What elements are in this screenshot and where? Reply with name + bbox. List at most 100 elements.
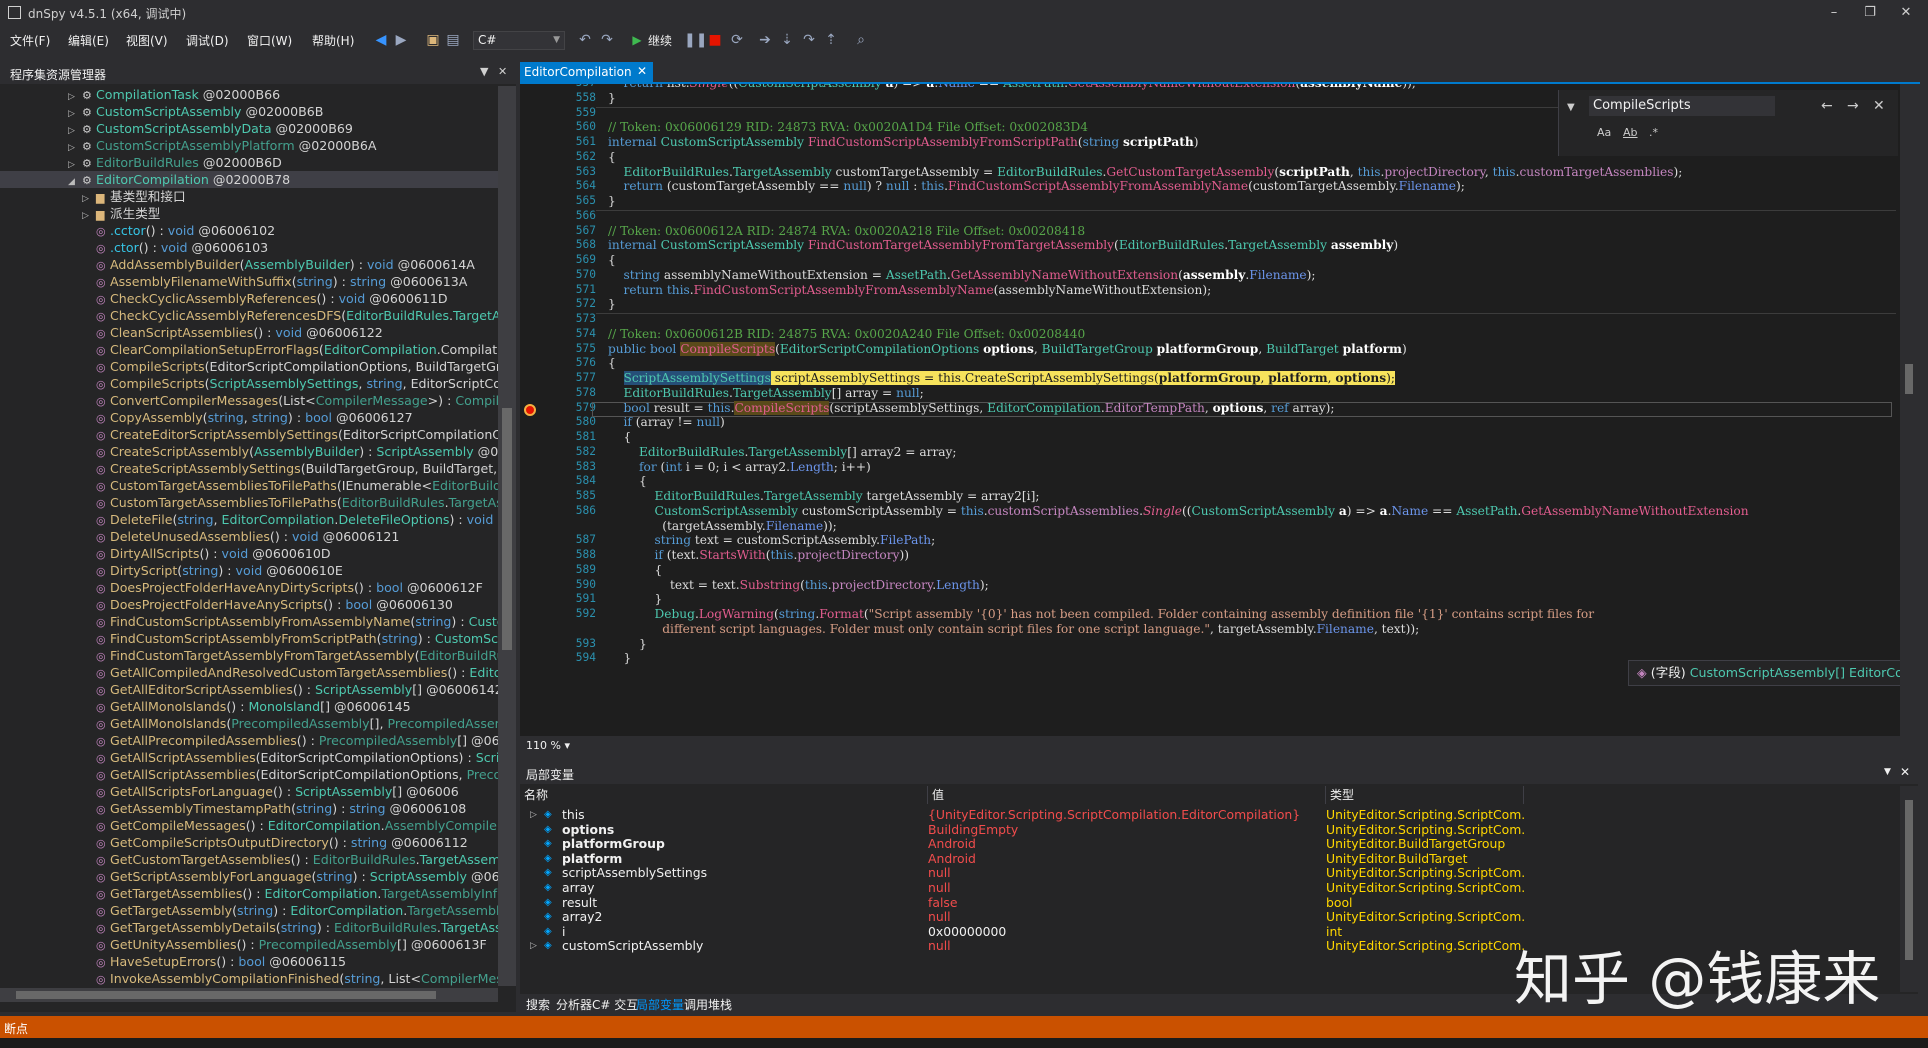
code-line[interactable]: { (608, 150, 616, 164)
code-line[interactable]: } (608, 592, 662, 606)
tree-item[interactable]: ◎ .cctor() : void @06006102 (0, 222, 498, 239)
tree-item[interactable]: ▷ ⚙ CompilationTask @02000B66 (0, 86, 498, 103)
code-line[interactable]: EditorBuildRules.TargetAssembly targetAs… (608, 489, 1040, 503)
tree-item[interactable]: ◎ GetAllScriptsForLanguage() : ScriptAsse… (0, 783, 498, 800)
tree-item[interactable]: ◎ DeleteUnusedAssemblies() : void @060061… (0, 528, 498, 545)
tree-item[interactable]: ◎ AssemblyFilenameWithSuffix(string) : st… (0, 273, 498, 290)
tree-item[interactable]: ◎ .ctor() : void @06006103 (0, 239, 498, 256)
menu-debug[interactable]: 调试(D) (186, 32, 229, 49)
code-line[interactable]: return list.Single((CustomScriptAssembly… (608, 84, 1416, 90)
tree-item[interactable]: ◎ GetCompileMessages() : EditorCompilatio… (0, 817, 498, 834)
open-list-icon[interactable]: ▤ (444, 31, 462, 49)
expand-toggle-icon[interactable]: ▷ (68, 123, 82, 137)
scroll-thumb[interactable] (502, 408, 512, 650)
bottom-tab[interactable]: C# 交互 (592, 996, 638, 1013)
menu-edit[interactable]: 编辑(E) (68, 32, 109, 49)
code-line[interactable]: } (608, 637, 647, 651)
tree-item[interactable]: ◎ GetUnityAssemblies() : PrecompiledAssem… (0, 936, 498, 953)
redo-icon[interactable]: ↷ (598, 31, 616, 49)
code-line[interactable]: Debug.LogWarning(string.Format("Script a… (608, 607, 1595, 621)
tree-item[interactable]: ◎ FindCustomScriptAssemblyFromScriptPath(… (0, 630, 498, 647)
code-line[interactable]: { (608, 430, 631, 444)
code-line[interactable]: { (608, 563, 662, 577)
show-next-statement-icon[interactable]: ➔ (756, 31, 774, 49)
expand-toggle-icon[interactable]: ▷ (82, 208, 96, 222)
code-line[interactable]: text = text.Substring(this.projectDirect… (608, 578, 989, 592)
code-line[interactable]: { (608, 253, 616, 267)
column-type[interactable]: 类型 (1326, 786, 1524, 804)
forward-icon[interactable]: ▶ (392, 31, 410, 49)
code-line[interactable]: // Token: 0x06006129 RID: 24873 RVA: 0x0… (608, 120, 1088, 134)
tree-item[interactable]: ◎ GetTargetAssembly(string) : EditorCompi… (0, 902, 498, 919)
tree-item[interactable]: ▷ ▆ 派生类型 (0, 205, 498, 222)
column-name[interactable]: 名称 (520, 786, 928, 804)
open-folder-icon[interactable]: ▣ (424, 31, 442, 49)
code-line[interactable]: } (608, 651, 631, 665)
back-icon[interactable]: ◀ (372, 31, 390, 49)
undo-icon[interactable]: ↶ (576, 31, 594, 49)
tree-item[interactable]: ◎ GetAllEditorScriptAssemblies() : Script… (0, 681, 498, 698)
menu-help[interactable]: 帮助(H) (312, 32, 354, 49)
expand-toggle-icon[interactable]: ▷ (530, 937, 537, 955)
panel-close-icon[interactable]: ✕ (1900, 765, 1910, 779)
scroll-thumb[interactable] (1905, 800, 1913, 960)
code-line[interactable]: return this.FindCustomScriptAssemblyFrom… (608, 283, 1212, 297)
tree-item[interactable]: ◎ DeleteFile(string, EditorCompilation.De… (0, 511, 498, 528)
expand-toggle-icon[interactable]: ◢ (68, 174, 82, 188)
tree-item[interactable]: ◎ GetAllMonoIslands() : MonoIsland[] @060… (0, 698, 498, 715)
code-line[interactable]: CustomScriptAssembly customScriptAssembl… (608, 504, 1749, 518)
tree-item[interactable]: ▷ ⚙ EditorBuildRules @02000B6D (0, 154, 498, 171)
find-next-icon[interactable]: → (1847, 98, 1859, 114)
code-line[interactable]: EditorBuildRules.TargetAssembly[] array2… (608, 445, 957, 459)
tree-item[interactable]: ◎ GetAssemblyTimestampPath(string) : stri… (0, 800, 498, 817)
code-line[interactable]: if (text.StartsWith(this.projectDirector… (608, 548, 910, 562)
panel-menu-icon[interactable]: ▼ (480, 65, 488, 78)
restart-icon[interactable]: ⟳ (728, 31, 746, 49)
regex-option[interactable]: .* (1649, 126, 1658, 139)
tree-item[interactable]: ▷ ⚙ CustomScriptAssemblyData @02000B69 (0, 120, 498, 137)
find-previous-icon[interactable]: ← (1821, 98, 1833, 114)
tree-item[interactable]: ◎ CustomTargetAssembliesToFilePaths(Edito… (0, 494, 498, 511)
bottom-tab[interactable]: 局部变量 (636, 996, 684, 1013)
tree-item[interactable]: ◢ ⚙ EditorCompilation @02000B78 (0, 171, 498, 188)
tree-item[interactable]: ◎ FindCustomScriptAssemblyFromAssemblyNam… (0, 613, 498, 630)
close-window-button[interactable]: ✕ (1888, 3, 1924, 23)
tab-editor-compilation[interactable]: EditorCompilation ✕ (520, 62, 653, 82)
code-line[interactable]: internal CustomScriptAssembly FindCustom… (608, 238, 1398, 252)
code-line[interactable]: return (customTargetAssembly == null) ? … (608, 179, 1465, 193)
tree-item[interactable]: ◎ CopyAssembly(string, string) : bool @06… (0, 409, 498, 426)
tree-item[interactable]: ▷ ⚙ CustomScriptAssembly @02000B6B (0, 103, 498, 120)
editor-horizontal-scrollbar[interactable] (586, 740, 1900, 752)
panel-close-icon[interactable]: ✕ (498, 65, 507, 78)
code-line[interactable]: // Token: 0x0600612A RID: 24874 RVA: 0x0… (608, 224, 1085, 238)
tree-item[interactable]: ◎ GetScriptAssemblyForLanguage(string) : … (0, 868, 498, 885)
locals-vertical-scrollbar[interactable] (1900, 786, 1918, 992)
tree-item[interactable]: ◎ CleanScriptAssemblies() : void @0600612… (0, 324, 498, 341)
scroll-thumb[interactable] (1905, 364, 1913, 394)
code-line[interactable]: { (608, 356, 616, 370)
tree-item[interactable]: ◎ DirtyScript(string) : void @0600610E (0, 562, 498, 579)
assembly-tree-horizontal-scrollbar[interactable] (0, 988, 498, 1002)
find-input[interactable]: CompileScripts (1589, 96, 1775, 116)
tree-item[interactable]: ◎ CustomTargetAssembliesToFilePaths(IEnum… (0, 477, 498, 494)
code-line[interactable]: } (608, 297, 616, 311)
tree-item[interactable]: ◎ GetAllScriptAssemblies(EditorScriptComp… (0, 749, 498, 766)
close-find-icon[interactable]: ✕ (1873, 98, 1885, 114)
bottom-tab[interactable]: 分析器 (556, 996, 592, 1013)
tree-item[interactable]: ◎ CreateScriptAssemblySettings(BuildTarge… (0, 460, 498, 477)
step-into-icon[interactable]: ⇣ (778, 31, 796, 49)
step-out-icon[interactable]: ⇡ (822, 31, 840, 49)
code-line[interactable]: } (608, 194, 616, 208)
tree-item[interactable]: ◎ DirtyAllScripts() : void @0600610D (0, 545, 498, 562)
code-line[interactable]: string text = customScriptAssembly.FileP… (608, 533, 936, 547)
tree-item[interactable]: ◎ AddAssemblyBuilder(AssemblyBuilder) : v… (0, 256, 498, 273)
tree-item[interactable]: ◎ HaveSetupErrors() : bool @06006115 (0, 953, 498, 970)
menu-window[interactable]: 窗口(W) (247, 32, 292, 49)
tree-item[interactable]: ◎ GetAllMonoIslands(PrecompiledAssembly[]… (0, 715, 498, 732)
editor-vertical-scrollbar[interactable] (1900, 84, 1918, 736)
tree-item[interactable]: ▷ ▆ 基类型和接口 (0, 188, 498, 205)
tree-item[interactable]: ◎ GetTargetAssemblyDetails(string) : Edit… (0, 919, 498, 936)
code-line[interactable]: different script languages. Folder must … (608, 622, 1419, 636)
tree-item[interactable]: ◎ CheckCyclicAssemblyReferencesDFS(Editor… (0, 307, 498, 324)
tree-item[interactable]: ◎ CompileScripts(ScriptAssemblySettings, … (0, 375, 498, 392)
